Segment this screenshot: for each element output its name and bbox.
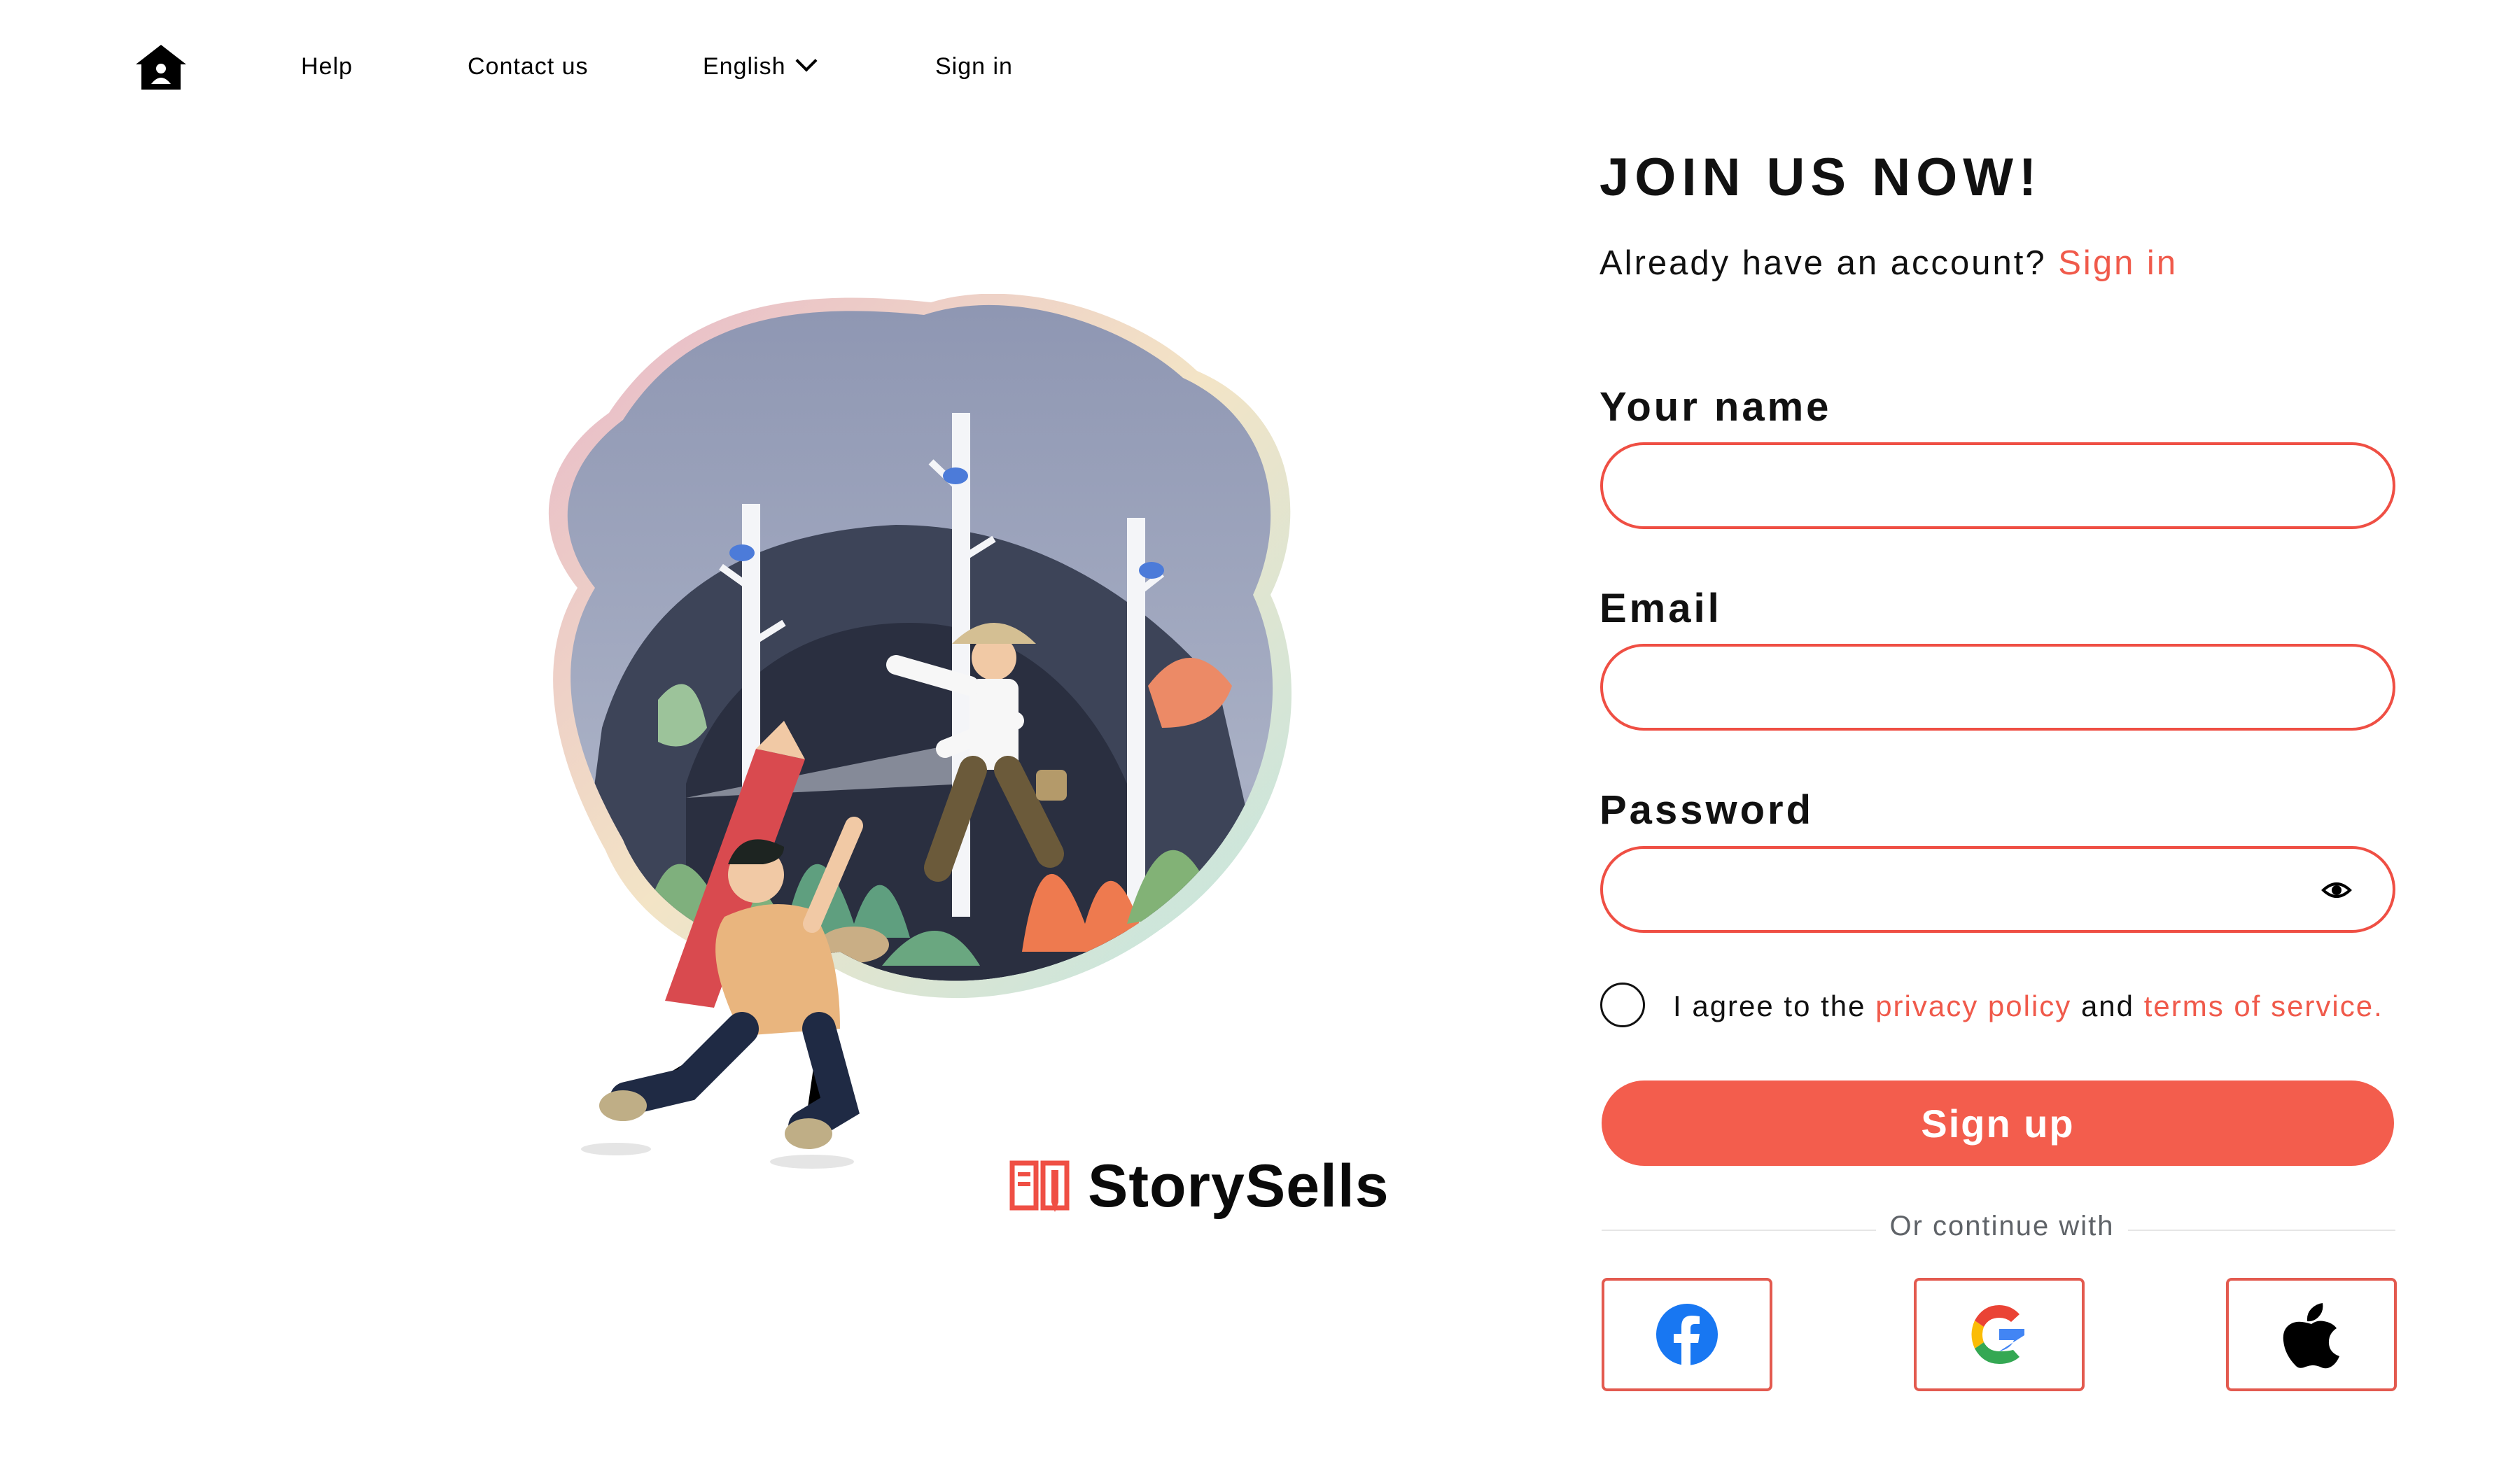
google-icon: [1971, 1305, 2024, 1364]
agreement-text: I agree to the privacy policy and terms …: [1673, 990, 2384, 1023]
nav-contact-link[interactable]: Contact us: [468, 53, 589, 80]
signin-link[interactable]: Sign in: [2058, 244, 2178, 282]
terms-of-service-link[interactable]: terms of service.: [2144, 990, 2384, 1022]
agree-checkbox[interactable]: [1600, 983, 1645, 1027]
language-label: English: [703, 53, 786, 80]
show-password-eye-icon[interactable]: [2321, 878, 2352, 903]
nav-help-link[interactable]: Help: [301, 53, 353, 80]
apple-login-button[interactable]: [2226, 1278, 2397, 1391]
chevron-down-icon: [794, 50, 818, 72]
agree-and: and: [2080, 990, 2135, 1022]
book-logo-icon: [1009, 1160, 1070, 1212]
email-label: Email: [1600, 586, 1722, 631]
facebook-icon: [1656, 1304, 1718, 1367]
password-label: Password: [1600, 787, 1814, 833]
signup-button[interactable]: Sign up: [1602, 1081, 2394, 1166]
continue-with-label: Or continue with: [1889, 1211, 2115, 1241]
email-input[interactable]: [1600, 644, 2395, 731]
nav-signin-link[interactable]: Sign in: [935, 53, 1013, 80]
brand-name: StorySells: [1088, 1152, 1390, 1220]
signin-prompt: Already have an account? Sign in: [1600, 244, 2178, 283]
agree-prefix: I agree to the: [1673, 990, 1866, 1022]
language-selector[interactable]: English: [703, 50, 818, 80]
google-login-button[interactable]: [1914, 1278, 2085, 1391]
brand-logo: StorySells: [1008, 1148, 1390, 1225]
privacy-policy-link[interactable]: privacy policy: [1875, 990, 2071, 1022]
apple-icon: [2283, 1303, 2339, 1369]
facebook-login-button[interactable]: [1602, 1278, 1772, 1391]
password-input[interactable]: [1600, 846, 2395, 933]
page-title: JOIN US NOW!: [1600, 148, 2043, 207]
home-icon[interactable]: [133, 41, 189, 97]
name-label: Your name: [1600, 384, 1832, 430]
name-input[interactable]: [1600, 442, 2395, 529]
hero-illustration: [392, 293, 1442, 1183]
signin-prompt-text: Already have an account?: [1600, 244, 2047, 282]
